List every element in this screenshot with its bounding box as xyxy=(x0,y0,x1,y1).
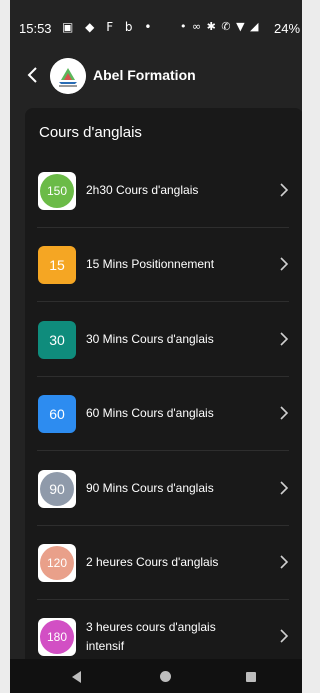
chevron-right-icon xyxy=(280,629,289,643)
course-badge: 150 xyxy=(38,172,76,210)
course-badge-number: 15 xyxy=(38,246,76,285)
chevron-left-icon xyxy=(27,67,37,83)
course-badge-number: 60 xyxy=(38,395,76,434)
notification-icons: ▣ ◆ F b • xyxy=(62,20,156,34)
chevron-right-icon xyxy=(280,406,289,420)
course-label: 2h30 Cours d'anglais xyxy=(86,183,199,197)
course-badge-number: 120 xyxy=(40,546,74,580)
course-label: 90 Mins Cours d'anglais xyxy=(86,480,214,495)
course-badge-number: 30 xyxy=(38,320,76,359)
nav-back-icon[interactable] xyxy=(72,671,81,683)
status-time: 15:53 xyxy=(19,21,52,36)
chevron-right-icon xyxy=(280,481,289,495)
system-icons: • ∞ ✱ ✆ ▼ ◢ xyxy=(180,20,260,33)
app-title: Abel Formation xyxy=(93,67,196,83)
course-badge: 15 xyxy=(38,246,76,285)
nav-recent-apps-icon[interactable] xyxy=(246,672,256,682)
course-badge: 180 xyxy=(38,618,76,657)
chevron-right-icon xyxy=(280,183,289,197)
course-list-card: Cours d'anglais 150 2h30 Cours d'anglais 1… xyxy=(25,108,302,693)
course-badge: 30 xyxy=(38,320,76,359)
course-list-item[interactable]: 60 60 Mins Cours d'anglais xyxy=(25,377,302,452)
course-badge: 90 xyxy=(38,469,76,508)
phone-screen: 15:53 ▣ ◆ F b • • ∞ ✱ ✆ ▼ ◢ 24% Abel For… xyxy=(10,0,302,693)
chevron-right-icon xyxy=(280,555,289,569)
course-list-item[interactable]: 120 2 heures Cours d'anglais xyxy=(25,526,302,600)
course-label: 30 Mins Cours d'anglais xyxy=(86,331,214,346)
course-label: 3 heures cours d'anglais intensif xyxy=(86,620,216,654)
course-label: 2 heures Cours d'anglais xyxy=(86,555,219,569)
section-title: Cours d'anglais xyxy=(39,124,142,141)
course-badge-number: 150 xyxy=(40,174,74,208)
course-label: 15 Mins Positionnement xyxy=(86,257,215,272)
chevron-right-icon xyxy=(280,257,289,271)
course-badge: 60 xyxy=(38,395,76,434)
course-label: 60 Mins Cours d'anglais xyxy=(86,406,214,421)
battery-level: 24% xyxy=(274,21,301,36)
status-bar: 15:53 ▣ ◆ F b • • ∞ ✱ ✆ ▼ ◢ 24% xyxy=(10,0,302,54)
app-bar: Abel Formation xyxy=(10,54,302,98)
app-logo xyxy=(50,58,86,94)
nav-home-icon[interactable] xyxy=(160,671,171,682)
logo-icon xyxy=(50,58,86,94)
navigation-bar xyxy=(10,659,302,693)
course-badge: 120 xyxy=(38,544,76,582)
course-badge-number: 180 xyxy=(40,620,74,655)
chevron-right-icon xyxy=(280,332,289,346)
course-badge-number: 90 xyxy=(40,471,74,506)
course-list-item[interactable]: 15 15 Mins Positionnement xyxy=(25,228,302,303)
back-button[interactable] xyxy=(23,64,43,86)
course-list-item[interactable]: 90 90 Mins Cours d'anglais xyxy=(25,452,302,526)
course-list-item[interactable]: 30 30 Mins Cours d'anglais xyxy=(25,303,302,377)
course-list-item[interactable]: 150 2h30 Cours d'anglais xyxy=(25,154,302,228)
